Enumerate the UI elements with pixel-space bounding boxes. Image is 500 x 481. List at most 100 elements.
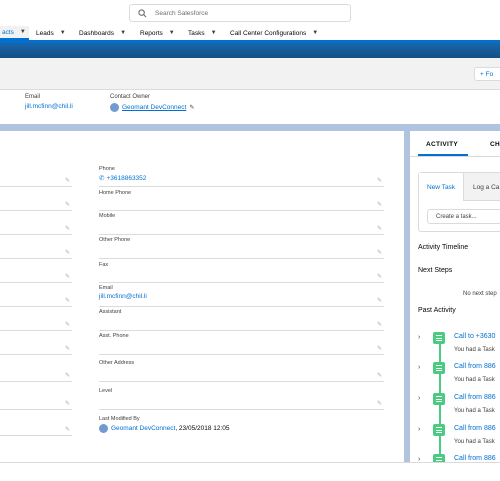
field-divider bbox=[0, 282, 72, 283]
field-label: Mobile bbox=[99, 213, 116, 219]
edit-pencil-icon[interactable]: ✎ bbox=[377, 249, 382, 256]
field-label: Other Phone bbox=[99, 237, 131, 243]
mobile-field: Mobile bbox=[99, 213, 115, 219]
nav-item-label: Call Center Configurations bbox=[230, 29, 307, 37]
field-divider bbox=[99, 210, 384, 211]
chevron-down-icon[interactable]: ▼ bbox=[20, 29, 26, 35]
avatar bbox=[110, 103, 119, 112]
edit-pencil-icon[interactable]: ✎ bbox=[377, 372, 382, 379]
search-placeholder: Search Salesforce bbox=[155, 9, 209, 17]
search-input[interactable]: Search Salesforce bbox=[129, 4, 351, 22]
activity-timeline-title: Activity Timeline bbox=[418, 244, 469, 251]
active-tab-indicator bbox=[418, 154, 468, 156]
field-label: Last Modified By bbox=[99, 416, 140, 422]
home-phone-field: Home Phone bbox=[99, 190, 131, 196]
chevron-down-icon[interactable]: ▼ bbox=[312, 30, 318, 36]
follow-button[interactable]: + Fo bbox=[474, 67, 500, 81]
nav-item-reports[interactable]: Reports ▼ bbox=[140, 26, 175, 40]
header-email-field: Email jill.mcfinn@chil.li bbox=[25, 94, 73, 110]
next-steps-heading: Next Steps bbox=[418, 267, 453, 274]
tab-activity[interactable]: ACTIVITY bbox=[426, 141, 458, 148]
edit-pencil-icon[interactable]: ✎ bbox=[377, 201, 382, 208]
task-icon bbox=[433, 393, 445, 405]
no-next-steps-text: No next step bbox=[463, 291, 497, 297]
field-divider bbox=[0, 330, 72, 331]
edit-pencil-icon[interactable]: ✎ bbox=[65, 400, 70, 407]
chevron-right-icon[interactable]: › bbox=[418, 456, 420, 462]
last-modified-user-link[interactable]: Geomant DevConnect bbox=[111, 425, 175, 432]
edit-pencil-icon[interactable]: ✎ bbox=[377, 321, 382, 328]
chevron-down-icon[interactable]: ▼ bbox=[211, 30, 217, 36]
other-phone-field: Other Phone bbox=[99, 237, 130, 243]
chevron-down-icon[interactable]: ▼ bbox=[120, 30, 126, 36]
field-label: Email bbox=[25, 94, 41, 100]
activity-title[interactable]: Call from 886 bbox=[454, 425, 496, 432]
tab-chatter[interactable]: CH bbox=[490, 141, 500, 148]
activity-subtitle: You had a Task bbox=[454, 439, 495, 445]
edit-pencil-icon[interactable]: ✎ bbox=[65, 249, 70, 256]
nav-item-dashboards[interactable]: Dashboards ▼ bbox=[79, 26, 126, 40]
field-divider bbox=[0, 234, 72, 235]
edit-pencil-icon[interactable]: ✎ bbox=[377, 177, 382, 184]
tab-log-a-call[interactable]: Log a Ca bbox=[465, 173, 500, 201]
nav-item-label: Tasks bbox=[188, 29, 205, 37]
edit-pencil-icon[interactable]: ✎ bbox=[65, 201, 70, 208]
activity-title[interactable]: Call from 886 bbox=[454, 394, 496, 401]
field-divider bbox=[0, 210, 72, 211]
chevron-down-icon[interactable]: ▼ bbox=[169, 30, 175, 36]
email-link[interactable]: jill.mcfinn@chil.li bbox=[25, 103, 73, 110]
edit-pencil-icon[interactable]: ✎ bbox=[377, 225, 382, 232]
field-divider bbox=[0, 409, 72, 410]
field-label: Other Address bbox=[99, 360, 135, 366]
edit-pencil-icon[interactable]: ✎ bbox=[65, 345, 70, 352]
edit-pencil-icon[interactable]: ✎ bbox=[65, 426, 70, 433]
field-divider bbox=[0, 306, 72, 307]
task-icon bbox=[433, 332, 445, 344]
edit-pencil-icon[interactable]: ✎ bbox=[377, 400, 382, 407]
phone-link[interactable]: +3618863352 bbox=[106, 175, 146, 182]
chevron-right-icon[interactable]: › bbox=[418, 426, 420, 433]
edit-pencil-icon[interactable]: ✎ bbox=[377, 273, 382, 280]
nav-item-contacts[interactable]: acts ▼ bbox=[0, 26, 29, 40]
create-task-input[interactable]: Create a task... bbox=[427, 209, 500, 224]
activity-subtitle: You had a Task bbox=[454, 377, 495, 383]
chevron-right-icon[interactable]: › bbox=[418, 334, 420, 341]
activity-title[interactable]: Call from 886 bbox=[454, 455, 496, 462]
owner-link[interactable]: Geomant DevConnect bbox=[122, 104, 186, 111]
email-field: Email jill.mcfinn@chil.li bbox=[99, 285, 147, 300]
composer-tabs: New Task Log a Ca bbox=[419, 173, 500, 201]
field-label: Assistant bbox=[99, 309, 122, 315]
activity-title[interactable]: Call from 886 bbox=[454, 363, 496, 370]
email-link[interactable]: jill.mcfinn@chil.li bbox=[99, 293, 147, 300]
edit-pencil-icon[interactable]: ✎ bbox=[377, 345, 382, 352]
avatar bbox=[99, 424, 108, 433]
edit-pencil-icon[interactable]: ✎ bbox=[65, 372, 70, 379]
field-divider bbox=[99, 186, 384, 187]
chevron-right-icon[interactable]: › bbox=[418, 395, 420, 402]
edit-pencil-icon[interactable]: ✎ bbox=[65, 273, 70, 280]
activity-tabs: ACTIVITY CH bbox=[410, 131, 500, 157]
field-divider bbox=[0, 435, 72, 436]
nav-item-call-center-configurations[interactable]: Call Center Configurations ▼ bbox=[230, 26, 318, 40]
edit-pencil-icon[interactable]: ✎ bbox=[65, 297, 70, 304]
change-owner-icon[interactable]: ✎ bbox=[189, 104, 194, 111]
activity-title[interactable]: Call to +3630 bbox=[454, 333, 495, 340]
task-icon bbox=[433, 424, 445, 436]
task-icon bbox=[433, 362, 445, 374]
edit-pencil-icon[interactable]: ✎ bbox=[65, 177, 70, 184]
chevron-down-icon[interactable]: ▼ bbox=[60, 30, 66, 36]
nav-item-tasks[interactable]: Tasks ▼ bbox=[188, 26, 217, 40]
chevron-right-icon[interactable]: › bbox=[418, 364, 420, 371]
edit-pencil-icon[interactable]: ✎ bbox=[377, 297, 382, 304]
task-icon bbox=[433, 454, 445, 462]
details-panel: Phone ✆ +3618863352 Home Phone Mobile Ot… bbox=[0, 131, 404, 462]
activity-composer: New Task Log a Ca Create a task... bbox=[418, 172, 500, 232]
app-frame: Search Salesforce acts ▼ Leads ▼ Dashboa… bbox=[0, 0, 500, 463]
field-label: Phone bbox=[99, 166, 115, 172]
edit-pencil-icon[interactable]: ✎ bbox=[65, 321, 70, 328]
tab-new-task[interactable]: New Task bbox=[419, 173, 465, 201]
nav-item-leads[interactable]: Leads ▼ bbox=[36, 26, 66, 40]
edit-pencil-icon[interactable]: ✎ bbox=[65, 225, 70, 232]
record-header: + Fo Email jill.mcfinn@chil.li Contact O… bbox=[0, 58, 500, 124]
field-label: Fax bbox=[99, 262, 109, 268]
